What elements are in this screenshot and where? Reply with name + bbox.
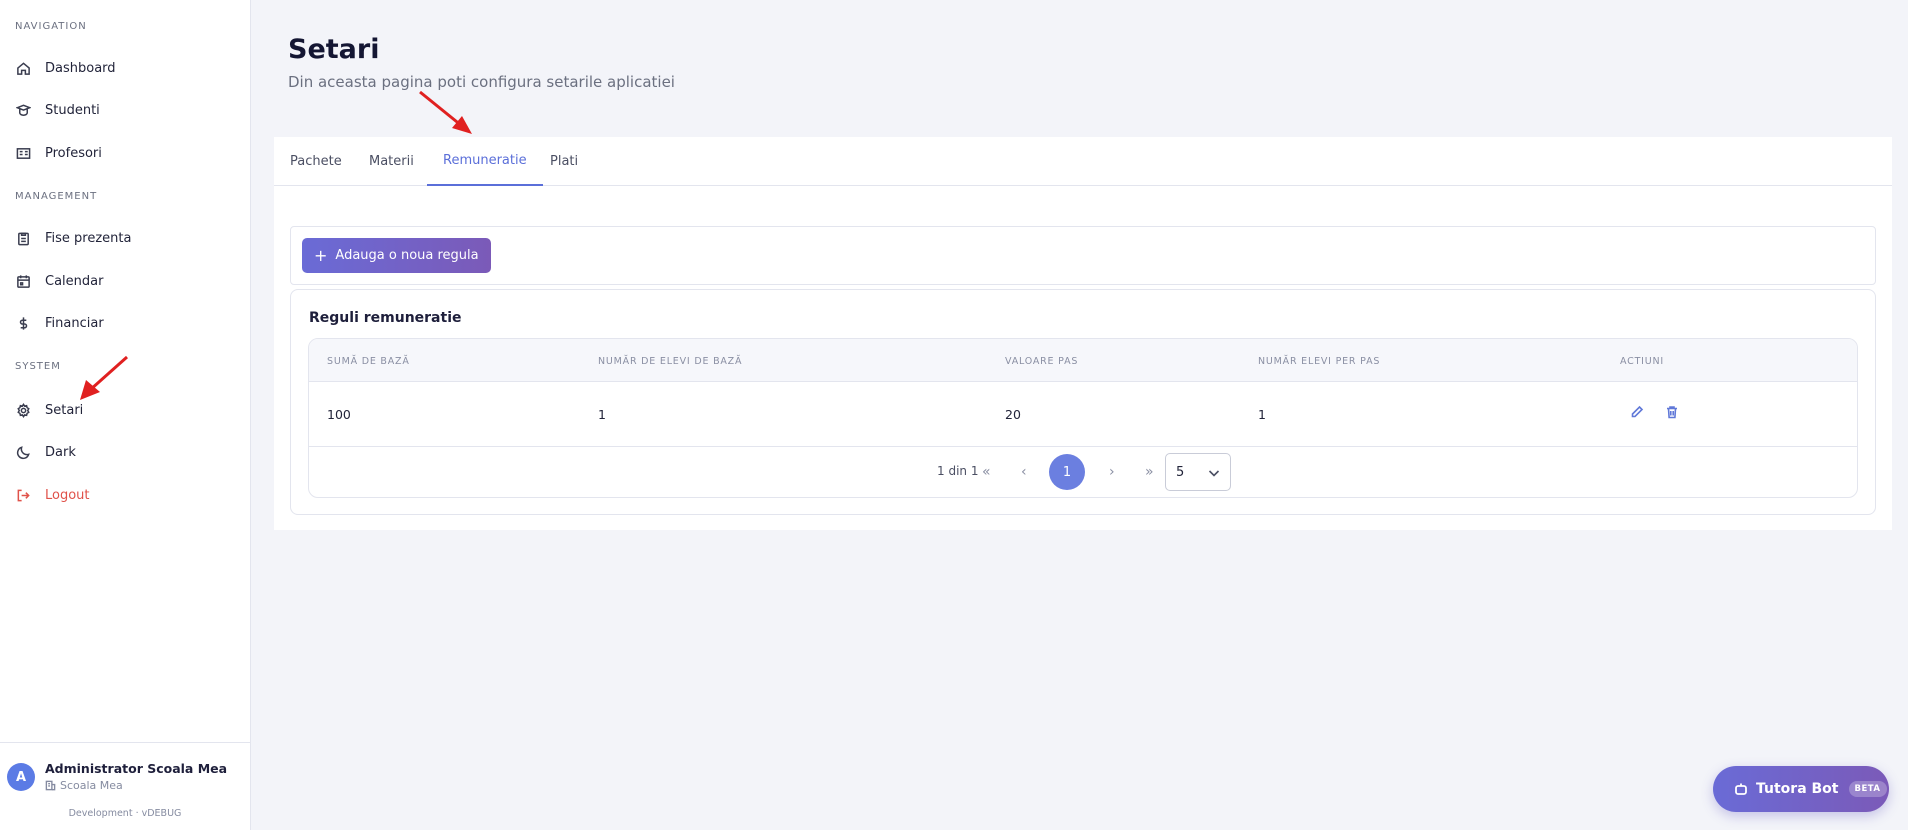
bot-label: Tutora Bot [1756, 781, 1839, 797]
tutora-bot-button[interactable]: Tutora Bot BETA [1713, 766, 1889, 812]
sidebar-item-label: Calendar [45, 273, 104, 289]
table-cell: 1 [598, 407, 606, 422]
moon-icon [15, 444, 31, 460]
rules-card: Reguli remuneratie SUMĂ DE BAZĂ NUMĂR DE… [290, 289, 1876, 515]
plus-icon: + [314, 246, 328, 265]
sidebar-item-label: Studenti [45, 102, 100, 118]
school-name: Scoala Mea [60, 779, 123, 792]
sidebar-item-fise-prezenta[interactable]: Fise prezenta [0, 221, 250, 255]
teacher-icon [15, 145, 31, 161]
tab-materii[interactable]: Materii [353, 137, 430, 186]
add-rule-button[interactable]: + Adauga o noua regula [302, 238, 491, 273]
action-card: + Adauga o noua regula [290, 226, 1876, 285]
building-icon [45, 780, 56, 791]
table-cell: 1 [1258, 407, 1266, 422]
page-subtitle: Din aceasta pagina poti configura setari… [288, 73, 675, 91]
tab-pachete[interactable]: Pachete [274, 137, 358, 186]
column-header: NUMĂR ELEVI PER PAS [1258, 356, 1381, 367]
clipboard-icon [15, 230, 31, 246]
dollar-icon [15, 315, 31, 331]
column-header: NUMĂR DE ELEVI DE BAZĂ [598, 356, 743, 367]
last-page-button[interactable]: » [1145, 464, 1154, 480]
section-navigation: NAVIGATION [15, 21, 87, 32]
section-system: SYSTEM [15, 361, 61, 372]
beta-badge: BETA [1848, 781, 1887, 797]
prev-page-button[interactable]: ‹ [1021, 464, 1027, 480]
sidebar-item-setari[interactable]: Setari [0, 393, 250, 427]
column-header: ACTIUNI [1620, 356, 1665, 367]
table-header: SUMĂ DE BAZĂ NUMĂR DE ELEVI DE BAZĂ VALO… [309, 339, 1857, 382]
next-page-button[interactable]: › [1109, 464, 1115, 480]
sidebar-item-dark[interactable]: Dark [0, 435, 250, 469]
sidebar: NAVIGATION Dashboard Studenti Profesori … [0, 0, 251, 830]
sidebar-item-financiar[interactable]: Financiar [0, 306, 250, 340]
gear-icon [15, 402, 31, 418]
sidebar-item-profesori[interactable]: Profesori [0, 136, 250, 170]
home-icon [15, 60, 31, 76]
chevron-down-icon [1208, 470, 1220, 477]
tab-remuneratie[interactable]: Remuneratie [427, 137, 543, 186]
sidebar-item-logout[interactable]: Logout [0, 478, 250, 512]
avatar: A [7, 763, 35, 791]
page-size-select[interactable]: 5 [1165, 453, 1231, 491]
environment-label: Development · vDEBUG [68, 808, 182, 819]
page-number-button[interactable]: 1 [1049, 454, 1085, 490]
user-profile[interactable]: A Administrator Scoala Mea Scoala Mea De… [0, 742, 250, 830]
card-title: Reguli remuneratie [309, 310, 462, 326]
page-size-value: 5 [1176, 464, 1185, 480]
tab-bar: Pachete Materii Remuneratie Plati [274, 137, 1892, 186]
sidebar-item-label: Dark [45, 444, 76, 460]
table-cell: 20 [1005, 407, 1021, 422]
table-row: 100 1 20 1 [309, 382, 1857, 447]
trash-icon[interactable] [1665, 405, 1681, 421]
add-rule-label: Adauga o noua regula [335, 248, 479, 263]
column-header: SUMĂ DE BAZĂ [327, 356, 410, 367]
calendar-icon [15, 273, 31, 289]
table-cell: 100 [327, 407, 351, 422]
section-management: MANAGEMENT [15, 191, 98, 202]
annotation-arrow [419, 90, 472, 134]
sidebar-item-label: Fise prezenta [45, 230, 132, 246]
sidebar-item-label: Logout [45, 487, 90, 503]
user-school: Scoala Mea [45, 779, 123, 792]
column-header: VALOARE PAS [1005, 356, 1079, 367]
rules-table: SUMĂ DE BAZĂ NUMĂR DE ELEVI DE BAZĂ VALO… [308, 338, 1858, 498]
first-page-button[interactable]: « [982, 464, 991, 480]
page-title: Setari [288, 34, 380, 65]
sidebar-item-label: Profesori [45, 145, 102, 161]
page-info: 1 din 1 [937, 464, 979, 478]
student-icon [15, 102, 31, 118]
edit-icon[interactable] [1630, 405, 1646, 421]
user-name: Administrator Scoala Mea [45, 761, 228, 776]
sidebar-item-dashboard[interactable]: Dashboard [0, 51, 250, 85]
logout-icon [15, 487, 31, 503]
bot-icon [1735, 783, 1747, 795]
sidebar-item-label: Dashboard [45, 60, 116, 76]
sidebar-item-label: Setari [45, 402, 84, 418]
sidebar-item-label: Financiar [45, 315, 104, 331]
sidebar-item-studenti[interactable]: Studenti [0, 93, 250, 127]
tab-plati[interactable]: Plati [534, 137, 594, 186]
settings-panel: Pachete Materii Remuneratie Plati + Adau… [274, 137, 1892, 530]
sidebar-item-calendar[interactable]: Calendar [0, 264, 250, 298]
pagination: 1 din 1 « ‹ 1 › » 5 [309, 447, 1857, 497]
